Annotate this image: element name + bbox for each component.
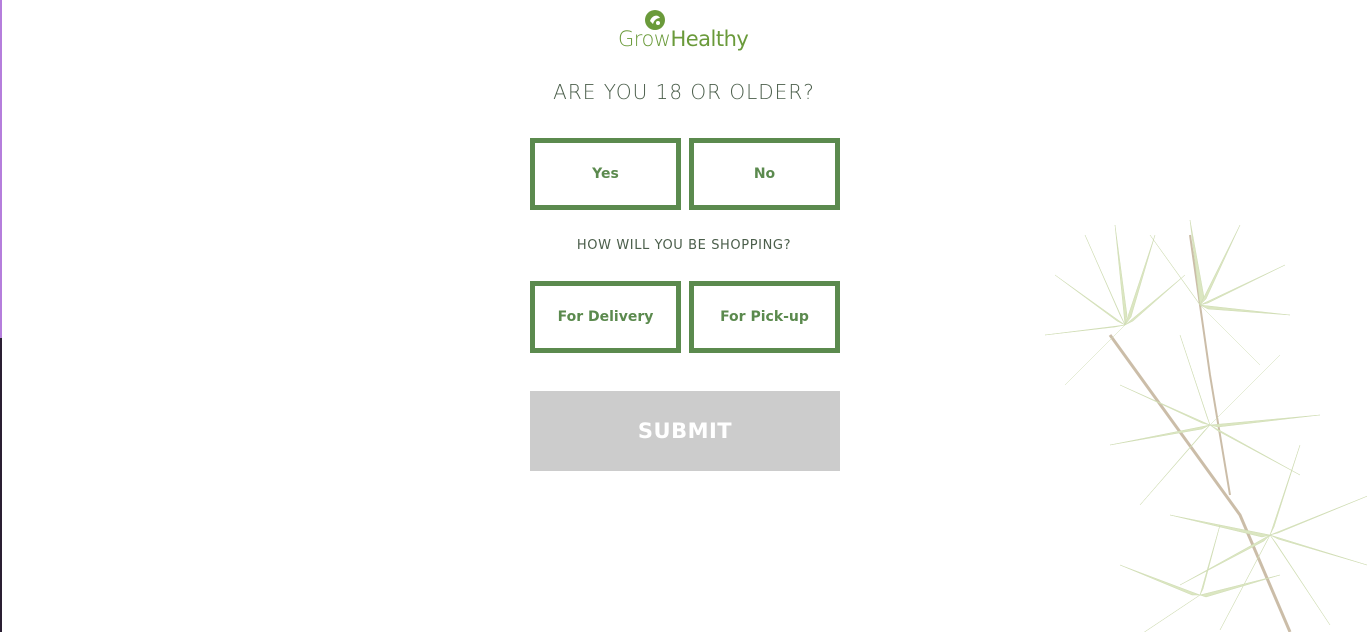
- window-edge-accent: [0, 0, 2, 338]
- age-question-heading: ARE YOU 18 OR OLDER?: [553, 80, 815, 104]
- logo-wordmark: GrowHealthy: [618, 25, 754, 53]
- age-no-button[interactable]: No: [689, 138, 840, 210]
- window-edge-dark: [0, 338, 2, 632]
- growhealthy-logo[interactable]: GrowHealthy: [618, 9, 754, 55]
- age-yes-button[interactable]: Yes: [530, 138, 681, 210]
- shopping-method-question: HOW WILL YOU BE SHOPPING?: [576, 238, 792, 253]
- cannabis-leaves-illustration: [1044, 219, 1367, 632]
- submit-button[interactable]: SUBMIT: [530, 391, 840, 471]
- delivery-button[interactable]: For Delivery: [530, 281, 681, 353]
- logo-text-grow: Grow: [618, 27, 671, 51]
- pickup-button[interactable]: For Pick-up: [689, 281, 840, 353]
- logo-text-healthy: Healthy: [670, 27, 749, 51]
- age-gate-page: GrowHealthy ARE YOU 18 OR OLDER? Yes No …: [0, 0, 1367, 632]
